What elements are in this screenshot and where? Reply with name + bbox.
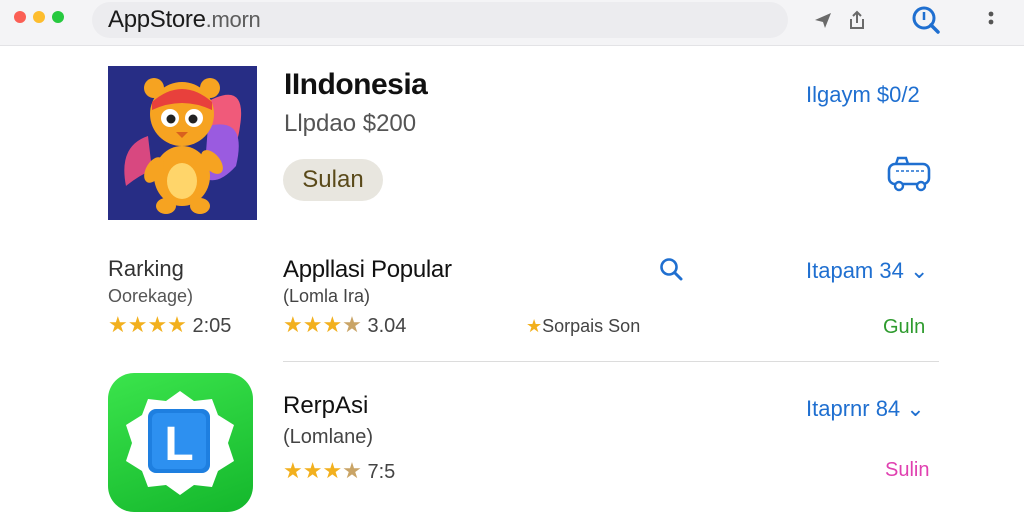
chevron-down-icon[interactable]: ⌄ bbox=[906, 396, 924, 421]
second-app-subtitle: (Lomlane) bbox=[283, 426, 374, 448]
featured-app-icon[interactable] bbox=[108, 66, 257, 220]
featured-app-title[interactable]: IIndonesia bbox=[284, 68, 428, 102]
ranking-score: 2:05 bbox=[192, 315, 232, 337]
second-app-rating: ★★★★ 7:5 bbox=[283, 458, 395, 484]
close-window-button[interactable] bbox=[14, 11, 26, 23]
popular-app-subtitle: (Lomla Ira) bbox=[283, 286, 371, 306]
half-star-icon: ★ bbox=[342, 458, 362, 483]
featured-app-subtitle: Llpdao $200 bbox=[284, 110, 417, 137]
second-app-icon[interactable]: L bbox=[108, 373, 253, 512]
star-icon: ★ bbox=[526, 316, 543, 336]
search-icon[interactable] bbox=[658, 256, 684, 282]
popular-rating: ★★★★ 3.04 bbox=[283, 312, 406, 338]
address-text[interactable]: AppStore.morn bbox=[108, 6, 261, 34]
featured-get-button[interactable]: Sulan bbox=[283, 159, 383, 201]
second-app-title[interactable]: RerpAsi bbox=[283, 392, 368, 420]
popular-price-link[interactable]: Itapam 34 ⌄ bbox=[806, 258, 928, 284]
maximize-window-button[interactable] bbox=[52, 11, 64, 23]
second-app-score: 7:5 bbox=[367, 461, 396, 483]
ranking-rating: ★★★★ 2:05 bbox=[108, 312, 231, 338]
sponsor-label: ★Sorpais Son bbox=[526, 316, 641, 336]
minimize-window-button[interactable] bbox=[33, 11, 45, 23]
star-rating-icon: ★★★ bbox=[283, 312, 343, 337]
popular-score: 3.04 bbox=[367, 315, 407, 337]
second-app-price-link[interactable]: Itaprnr 84 ⌄ bbox=[806, 396, 925, 422]
search-icon[interactable] bbox=[910, 4, 942, 36]
location-arrow-icon[interactable] bbox=[812, 9, 834, 31]
popular-get-button[interactable]: Guln bbox=[883, 316, 925, 339]
popular-app-title[interactable]: Appllasi Popular bbox=[283, 256, 452, 284]
app-icon-letter: L bbox=[164, 418, 193, 471]
share-icon[interactable] bbox=[846, 9, 868, 31]
ranking-label[interactable]: Rarking bbox=[108, 256, 184, 282]
browser-toolbar: AppStore.morn bbox=[0, 0, 1024, 46]
more-options-icon[interactable] bbox=[982, 6, 1000, 34]
delivery-van-icon[interactable] bbox=[884, 154, 936, 194]
star-rating-icon: ★★★★ bbox=[108, 312, 187, 337]
half-star-icon: ★ bbox=[342, 312, 362, 337]
list-divider bbox=[283, 361, 939, 362]
chevron-down-icon[interactable]: ⌄ bbox=[910, 258, 928, 283]
address-bar[interactable]: AppStore.morn bbox=[92, 2, 864, 38]
ranking-sublabel: Oorekage) bbox=[108, 286, 194, 306]
star-rating-icon: ★★★ bbox=[283, 458, 343, 483]
featured-price-link[interactable]: Ilgaym $0/2 bbox=[806, 82, 920, 108]
second-app-get-button[interactable]: Sulin bbox=[885, 459, 929, 482]
